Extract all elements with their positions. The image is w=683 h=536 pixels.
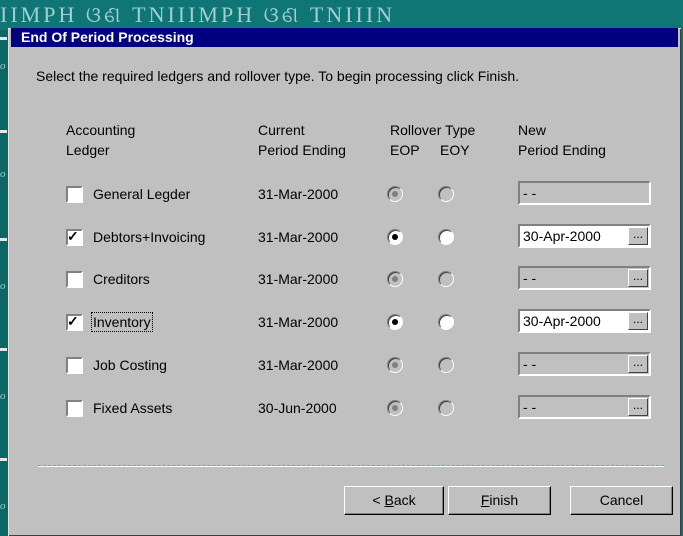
eop-radio[interactable] [387, 314, 403, 330]
ledger-name[interactable]: Debtors+Invoicing [93, 229, 205, 245]
eop-dialog: End Of Period Processing Select the requ… [8, 28, 681, 536]
date-picker-button[interactable]: ... [628, 355, 648, 373]
current-period-ending: 30-Jun-2000 [258, 400, 337, 416]
finish-button[interactable]: Finish [448, 486, 551, 515]
eoy-radio[interactable] [438, 186, 454, 202]
edge-mark [0, 130, 7, 133]
edge-mark [0, 238, 7, 241]
background-banner: IIMPH ଓଣ TNIIIMPH ଓଣ TNIIIN [0, 0, 683, 30]
instruction-text: Select the required ledgers and rollover… [36, 68, 519, 84]
current-period-ending: 31-Mar-2000 [258, 357, 339, 373]
current-period-ending: 31-Mar-2000 [258, 229, 339, 245]
edge-glyph: o [0, 500, 6, 512]
ledger-checkbox[interactable]: ✓ [66, 228, 83, 246]
ledger-name[interactable]: General Legder [93, 186, 190, 202]
new-period-field[interactable]: - -... [518, 395, 651, 419]
current-period-ending: 31-Mar-2000 [258, 314, 339, 330]
eop-radio[interactable] [387, 357, 403, 373]
date-picker-button[interactable]: ... [628, 227, 648, 245]
cancel-label: Cancel [599, 492, 644, 508]
new-period-value: - - [523, 270, 537, 286]
eoy-radio[interactable] [438, 314, 454, 330]
date-picker-button[interactable]: ... [628, 269, 648, 287]
ledger-checkbox[interactable]: ✓ [66, 313, 83, 331]
eoy-radio[interactable] [438, 271, 454, 287]
date-picker-button[interactable]: ... [628, 312, 648, 330]
ledger-checkbox[interactable] [66, 400, 83, 417]
ledger-row: Job Costing 31-Mar-2000 - -... [8, 351, 681, 381]
background-left-edge: o o o o o [0, 30, 8, 536]
edge-glyph: o [0, 390, 6, 402]
ledger-name[interactable]: Fixed Assets [93, 400, 172, 416]
ledger-checkbox[interactable] [66, 186, 83, 203]
header-ledger-line2: Ledger [66, 142, 110, 158]
edge-glyph: o [0, 60, 6, 72]
edge-glyph: o [0, 280, 6, 292]
new-period-field[interactable]: 30-Apr-2000... [518, 309, 651, 333]
ledger-name[interactable]: Inventory [91, 312, 153, 332]
new-period-value: - - [523, 356, 537, 372]
header-eoy: EOY [440, 142, 470, 158]
radio-dot-icon [392, 276, 398, 282]
header-new-line1: New [518, 122, 547, 138]
new-period-value: - - [523, 185, 537, 201]
ledger-row: General Legder 31-Mar-2000 - - [8, 180, 681, 210]
eop-radio[interactable] [387, 229, 403, 245]
background-text: IIMPH ଓଣ TNIIIMPH ଓଣ TNIIIN [0, 2, 396, 27]
radio-dot-icon [392, 234, 398, 240]
edge-mark [0, 348, 7, 351]
new-period-field[interactable]: - -... [518, 352, 651, 376]
ledger-name[interactable]: Creditors [93, 271, 150, 287]
ledger-checkbox[interactable] [66, 271, 83, 288]
new-period-value: 30-Apr-2000 [523, 228, 601, 244]
header-new-period: New Period Ending [518, 120, 606, 160]
cancel-button[interactable]: Cancel [570, 486, 673, 515]
radio-dot-icon [392, 191, 398, 197]
eop-radio[interactable] [387, 186, 403, 202]
new-period-value: 30-Apr-2000 [523, 313, 601, 329]
radio-dot-icon [392, 405, 398, 411]
finish-label: Finish [480, 492, 519, 508]
header-ledger: Accounting Ledger [66, 120, 135, 160]
header-new-line2: Period Ending [518, 142, 606, 158]
header-rollover-type: Rollover Type [390, 122, 476, 138]
ledger-checkbox[interactable] [66, 357, 83, 374]
header-eop: EOP [390, 142, 420, 158]
eoy-radio[interactable] [438, 357, 454, 373]
button-separator [38, 465, 664, 467]
ledger-name[interactable]: Job Costing [93, 357, 167, 373]
header-current-period: Current Period Ending [258, 120, 346, 160]
ledger-row: ✓ Inventory 31-Mar-2000 30-Apr-2000... [8, 308, 681, 338]
ledger-row: Creditors 31-Mar-2000 - -... [8, 265, 681, 295]
checkmark-icon: ✓ [67, 228, 79, 244]
header-period-line2: Period Ending [258, 142, 346, 158]
ledger-row: Fixed Assets 30-Jun-2000 - -... [8, 394, 681, 424]
eoy-radio[interactable] [438, 229, 454, 245]
new-period-field[interactable]: 30-Apr-2000... [518, 224, 651, 248]
dialog-title: End Of Period Processing [11, 28, 678, 47]
header-period-line1: Current [258, 122, 305, 138]
ledger-row: ✓ Debtors+Invoicing 31-Mar-2000 30-Apr-2000… [8, 223, 681, 253]
back-button[interactable]: < Back [344, 486, 444, 515]
radio-dot-icon [392, 319, 398, 325]
edge-mark [0, 37, 7, 40]
current-period-ending: 31-Mar-2000 [258, 186, 339, 202]
checkmark-icon: ✓ [67, 313, 79, 329]
back-label: < Back [372, 492, 416, 508]
edge-mark [0, 458, 7, 461]
radio-dot-icon [392, 362, 398, 368]
new-period-field[interactable]: - - [518, 181, 651, 205]
eoy-radio[interactable] [438, 400, 454, 416]
date-picker-button[interactable]: ... [628, 398, 648, 416]
edge-glyph: o [0, 168, 6, 180]
new-period-value: - - [523, 399, 537, 415]
eop-radio[interactable] [387, 271, 403, 287]
current-period-ending: 31-Mar-2000 [258, 271, 339, 287]
header-ledger-line1: Accounting [66, 122, 136, 138]
eop-radio[interactable] [387, 400, 403, 416]
new-period-field[interactable]: - -... [518, 266, 651, 290]
